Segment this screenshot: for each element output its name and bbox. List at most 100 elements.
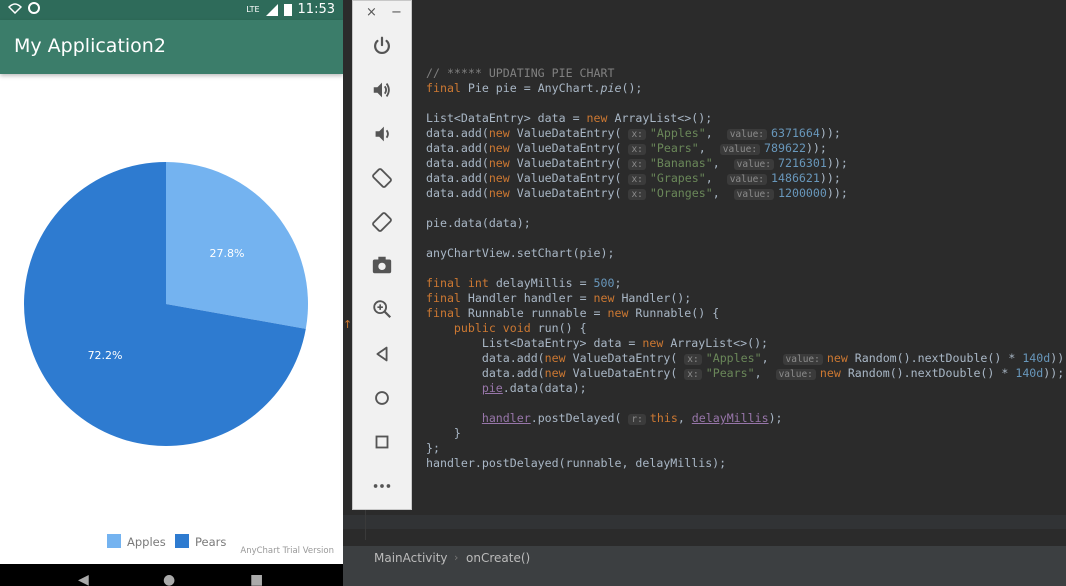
code-line[interactable] xyxy=(426,201,1066,216)
code-token: (); xyxy=(621,81,643,95)
signal-icon xyxy=(265,3,278,16)
code-line[interactable]: pie.data(data); xyxy=(426,216,1066,231)
android-device-screen: LTE 11:53 My Application2 27.8% 72.2% Appl… xyxy=(0,0,343,586)
code-line[interactable]: data.add(new ValueDataEntry( x: "Oranges"… xyxy=(426,186,1066,201)
code-line[interactable] xyxy=(426,96,1066,111)
code-line[interactable]: List<DataEntry> data = new ArrayList<>()… xyxy=(426,336,1066,351)
code-line[interactable]: List<DataEntry> data = new ArrayList<>()… xyxy=(426,111,1066,126)
code-block[interactable]: // ***** UPDATING PIE CHART final Pie pie… xyxy=(426,66,1066,471)
code-line[interactable]: data.add(new ValueDataEntry( x: "Apples",… xyxy=(426,126,1066,141)
code-token: "Pears" xyxy=(649,141,699,155)
code-token: )); xyxy=(1043,366,1065,380)
rotate-left-icon[interactable] xyxy=(368,164,396,192)
back-icon[interactable] xyxy=(368,340,396,368)
code-token: new xyxy=(607,306,636,320)
code-line[interactable]: data.add(new ValueDataEntry( x: "Grapes",… xyxy=(426,171,1066,186)
volume-down-icon[interactable] xyxy=(368,120,396,148)
code-token: final int xyxy=(426,276,496,290)
code-token: public void xyxy=(453,321,538,335)
nav-overview-icon[interactable]: ■ xyxy=(250,572,263,586)
close-icon[interactable]: × xyxy=(366,5,377,20)
legend-swatch-pears[interactable] xyxy=(175,534,189,548)
power-icon[interactable] xyxy=(368,32,396,60)
pie-slice-apples[interactable] xyxy=(166,162,309,329)
code-token: ArrayList<>(); xyxy=(614,111,713,125)
pie-chart[interactable]: 27.8% 72.2% Apples Pears AnyChart Trial Vers… xyxy=(0,74,343,564)
legend-label-pears[interactable]: Pears xyxy=(195,535,226,549)
breadcrumb: MainActivity › onCreate() xyxy=(343,545,1066,586)
code-token: } xyxy=(426,426,461,440)
emulator-toolbar-header: × − xyxy=(353,1,411,25)
code-token: 789622 xyxy=(764,141,806,155)
code-token: List<DataEntry> data = xyxy=(426,111,587,125)
code-token: Random().nextDouble() * xyxy=(854,351,1023,365)
legend-swatch-apples[interactable] xyxy=(107,534,121,548)
code-line[interactable]: pie.data(data); xyxy=(426,381,1066,396)
code-line[interactable]: public void run() { xyxy=(426,321,1066,336)
code-token: ValueDataEntry( xyxy=(516,126,629,140)
code-token: "Apples" xyxy=(705,351,762,365)
wifi-icon xyxy=(8,3,22,14)
code-line[interactable]: handler.postDelayed( r: this, delayMillis… xyxy=(426,411,1066,426)
code-line[interactable]: } xyxy=(426,426,1066,441)
code-line[interactable]: data.add(new ValueDataEntry( x: "Pears", … xyxy=(426,366,1066,381)
code-line[interactable]: final Handler handler = new Handler(); xyxy=(426,291,1066,306)
code-token: new xyxy=(488,186,517,200)
code-token: anyChartView.setChart(pie); xyxy=(426,246,615,260)
code-line[interactable]: data.add(new ValueDataEntry( x: "Apples",… xyxy=(426,351,1066,366)
more-icon[interactable] xyxy=(368,472,396,500)
code-line[interactable]: final Runnable runnable = new Runnable()… xyxy=(426,306,1066,321)
code-line[interactable]: // ***** UPDATING PIE CHART xyxy=(426,66,1066,81)
code-line[interactable]: final Pie pie = AnyChart.pie(); xyxy=(426,81,1066,96)
breadcrumb-method[interactable]: onCreate() xyxy=(466,551,530,565)
code-token: data.add( xyxy=(426,186,489,200)
code-token: data.add( xyxy=(426,351,545,365)
home-icon[interactable] xyxy=(368,384,396,412)
code-line[interactable]: data.add(new ValueDataEntry( x: "Pears", … xyxy=(426,141,1066,156)
parameter-hint: x: xyxy=(628,129,646,140)
nav-back-icon[interactable]: ◀ xyxy=(78,572,89,586)
code-token: )); xyxy=(819,171,841,185)
rotate-right-icon[interactable] xyxy=(368,208,396,236)
code-token: Pie pie = AnyChart. xyxy=(467,81,601,95)
network-type: LTE xyxy=(246,5,260,14)
code-token: )); xyxy=(819,126,841,140)
code-token: new xyxy=(586,111,615,125)
parameter-hint: value: xyxy=(782,354,823,365)
code-line[interactable]: data.add(new ValueDataEntry( x: "Bananas"… xyxy=(426,156,1066,171)
parameter-hint: value: xyxy=(733,189,774,200)
code-token: run() { xyxy=(537,321,587,335)
code-token: this xyxy=(649,411,678,425)
code-line[interactable] xyxy=(426,231,1066,246)
code-token: )); xyxy=(805,141,827,155)
code-line[interactable]: final int delayMillis = 500; xyxy=(426,276,1066,291)
code-line[interactable]: anyChartView.setChart(pie); xyxy=(426,246,1066,261)
editor-bottom-strip xyxy=(343,515,1066,529)
minimize-icon[interactable]: − xyxy=(391,5,402,20)
code-line[interactable] xyxy=(426,396,1066,411)
overview-icon[interactable] xyxy=(368,428,396,456)
code-token: new xyxy=(488,171,517,185)
code-line[interactable]: handler.postDelayed(runnable, delayMilli… xyxy=(426,456,1066,471)
breadcrumb-class[interactable]: MainActivity xyxy=(374,551,448,565)
code-token: new xyxy=(488,126,517,140)
volume-up-icon[interactable] xyxy=(368,76,396,104)
breadcrumb-separator: › xyxy=(454,551,459,564)
nav-home-icon[interactable]: ● xyxy=(163,572,175,586)
code-editor[interactable]: // ***** UPDATING PIE CHART final Pie pie… xyxy=(413,0,1066,540)
zoom-icon[interactable] xyxy=(368,295,396,323)
code-line[interactable]: }; xyxy=(426,441,1066,456)
legend-label-apples[interactable]: Apples xyxy=(127,535,166,549)
code-token: ); xyxy=(768,411,783,425)
code-token: data.add( xyxy=(426,171,489,185)
code-line[interactable] xyxy=(426,261,1066,276)
code-token: , xyxy=(705,126,727,140)
code-token: 6371664 xyxy=(771,126,820,140)
camera-icon[interactable] xyxy=(368,251,396,279)
code-token: 1486621 xyxy=(771,171,820,185)
parameter-hint: value: xyxy=(719,144,761,155)
code-token: .data(data); xyxy=(502,381,587,395)
code-token: 7216301 xyxy=(778,156,827,170)
code-token: 500 xyxy=(593,276,615,290)
